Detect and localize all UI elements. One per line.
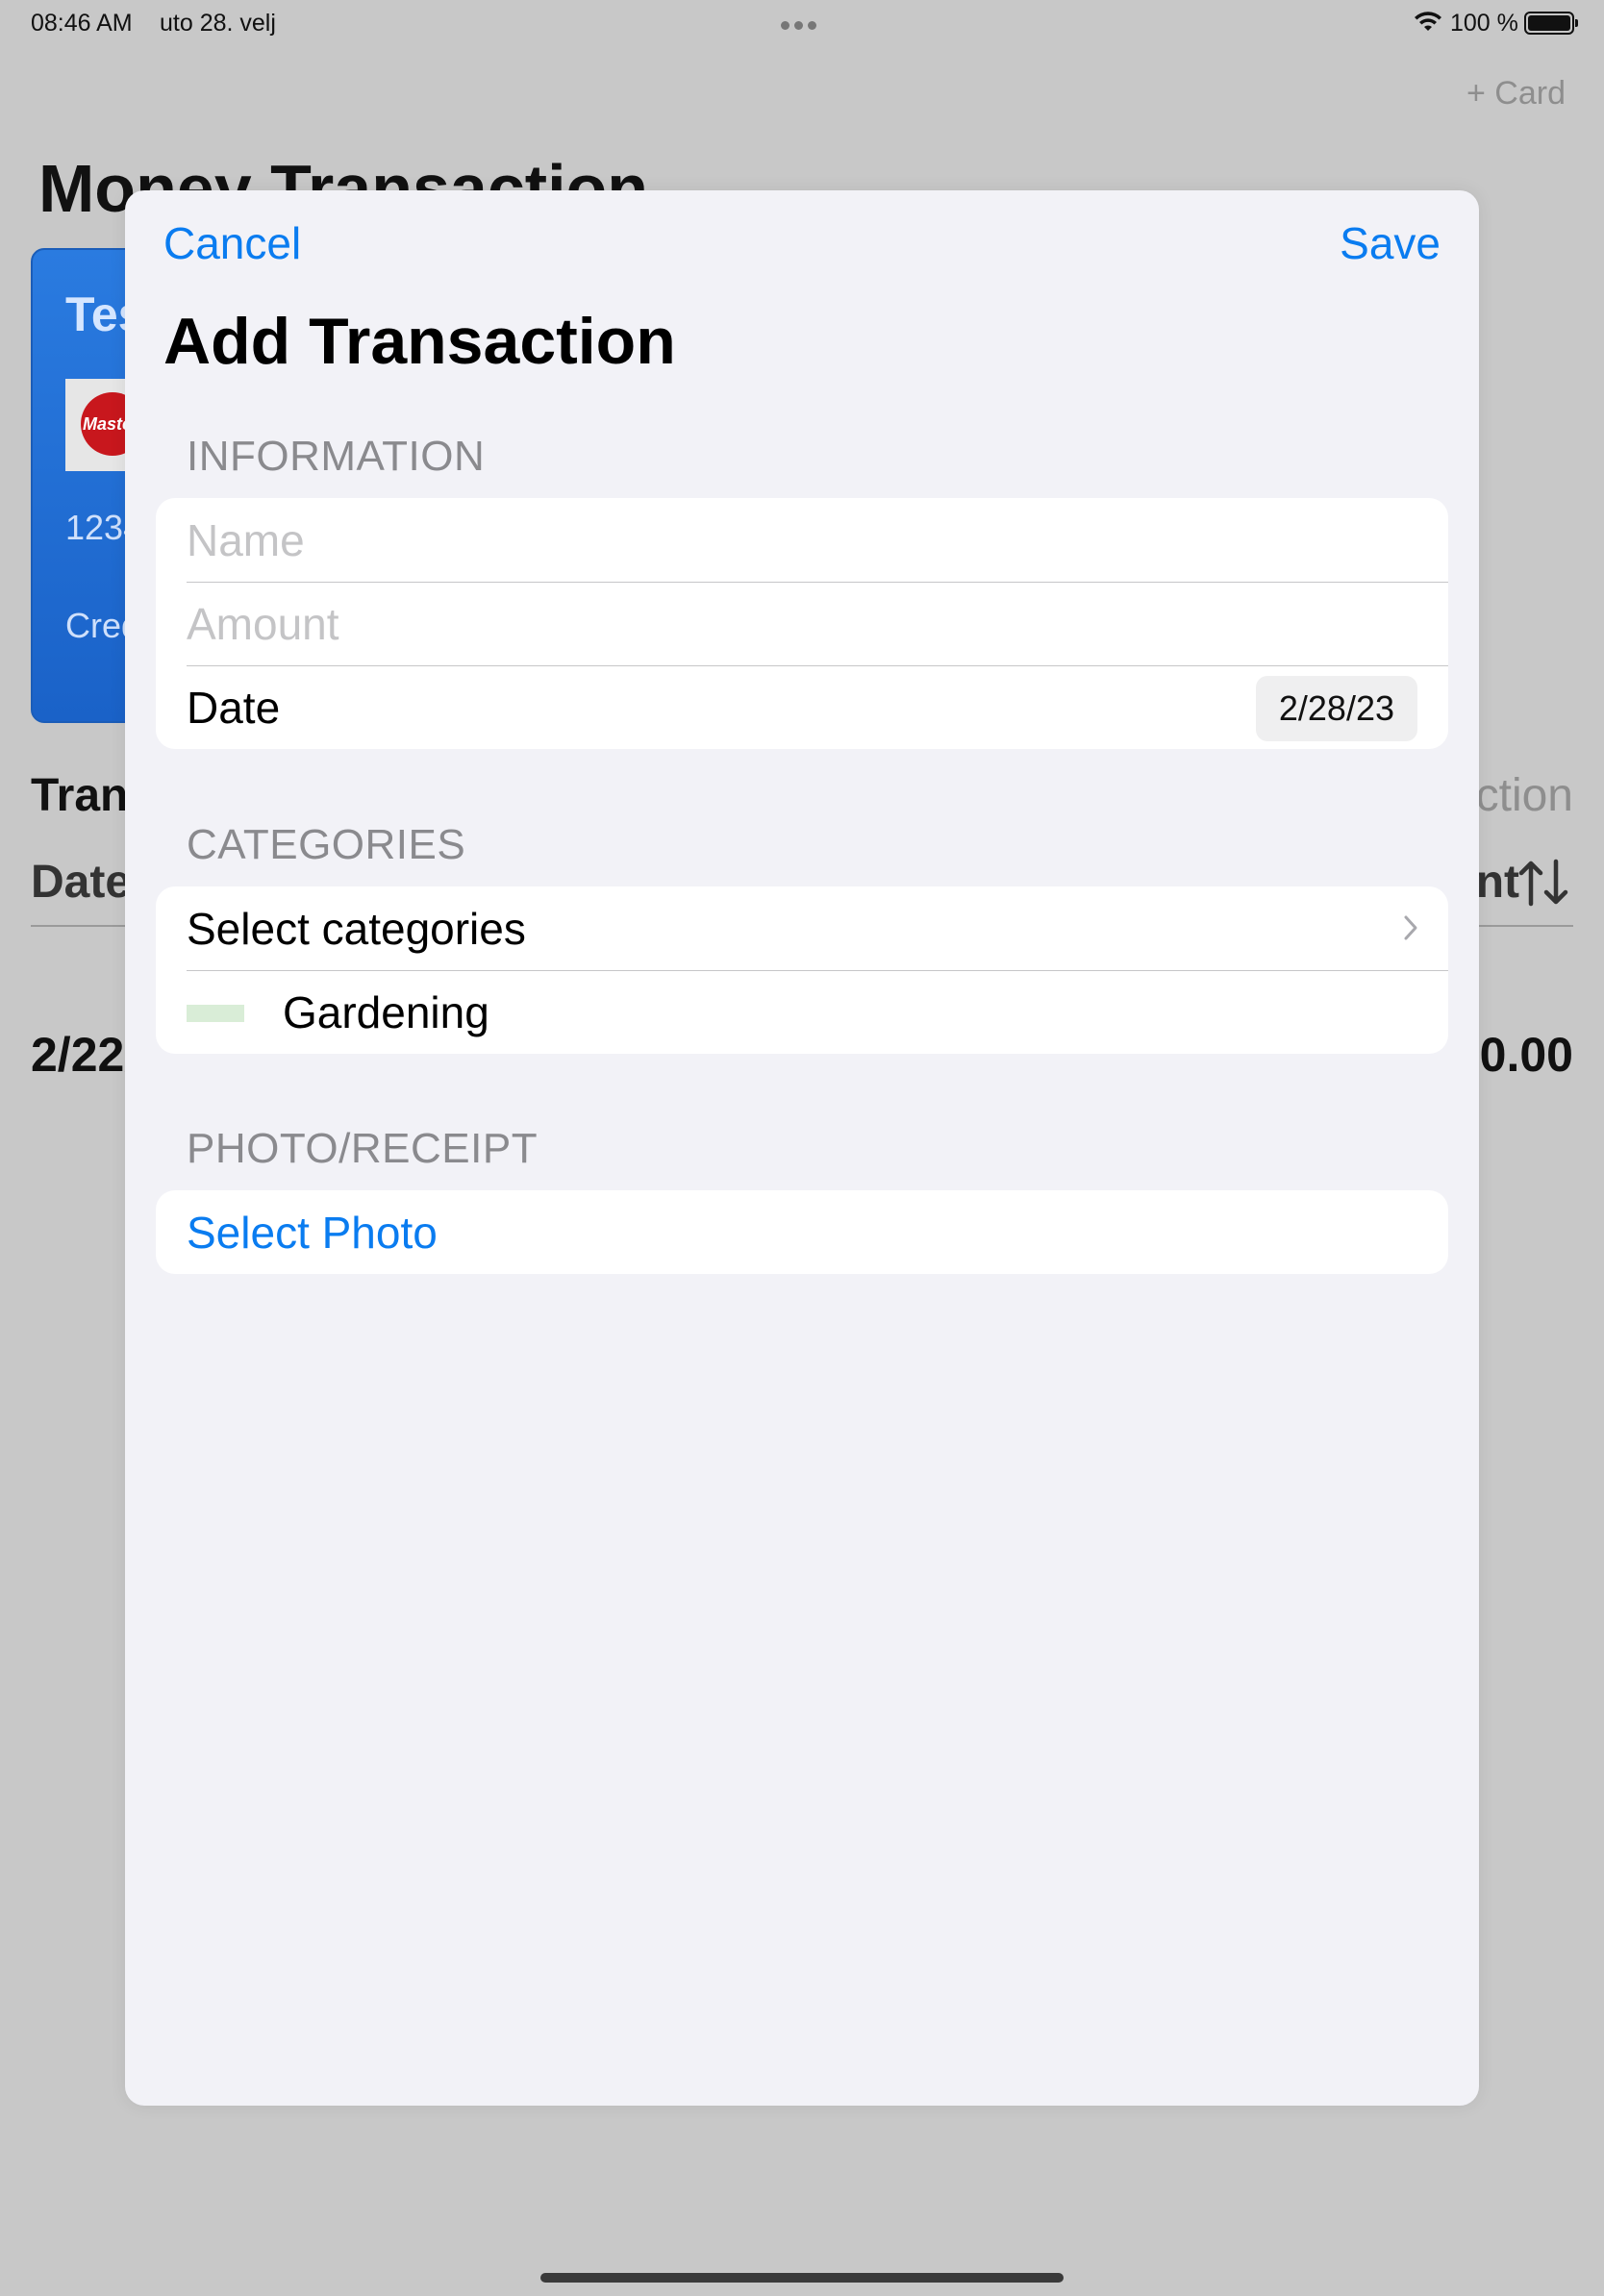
sort-arrows-icon[interactable]: [1517, 858, 1571, 908]
save-button[interactable]: Save: [1340, 217, 1441, 269]
name-field[interactable]: [187, 498, 1417, 582]
section-header-photo: PHOTO/RECEIPT: [187, 1125, 539, 1172]
column-header-date[interactable]: Date: [31, 856, 131, 909]
add-transaction-sheet: Cancel Save Add Transaction INFORMATION …: [125, 190, 1479, 2106]
select-categories-label: Select categories: [187, 903, 526, 954]
amount-field[interactable]: [187, 582, 1417, 665]
chevron-right-icon: [1404, 915, 1417, 940]
category-name: Gardening: [283, 986, 489, 1037]
date-row: Date 2/28/23: [156, 665, 1448, 749]
section-header-information: INFORMATION: [187, 433, 486, 480]
photo-group: Select Photo: [156, 1190, 1448, 1274]
date-picker[interactable]: 2/28/23: [1255, 676, 1417, 741]
information-group: Date 2/28/23: [156, 498, 1448, 749]
sheet-title: Add Transaction: [163, 305, 676, 378]
section-header-categories: CATEGORIES: [187, 821, 466, 868]
categories-group: Select categories Gardening: [156, 886, 1448, 1054]
category-item: Gardening: [156, 970, 1448, 1054]
select-categories-row[interactable]: Select categories: [156, 886, 1448, 970]
select-photo-row[interactable]: Select Photo: [156, 1190, 1448, 1274]
cancel-button[interactable]: Cancel: [163, 217, 301, 269]
home-indicator[interactable]: [540, 2273, 1064, 2283]
add-card-button[interactable]: + Card: [1466, 75, 1566, 112]
select-photo-button[interactable]: Select Photo: [187, 1207, 438, 1259]
name-row: [156, 498, 1448, 582]
category-color-swatch: [187, 1005, 244, 1022]
date-label: Date: [187, 682, 281, 733]
amount-row: [156, 582, 1448, 665]
